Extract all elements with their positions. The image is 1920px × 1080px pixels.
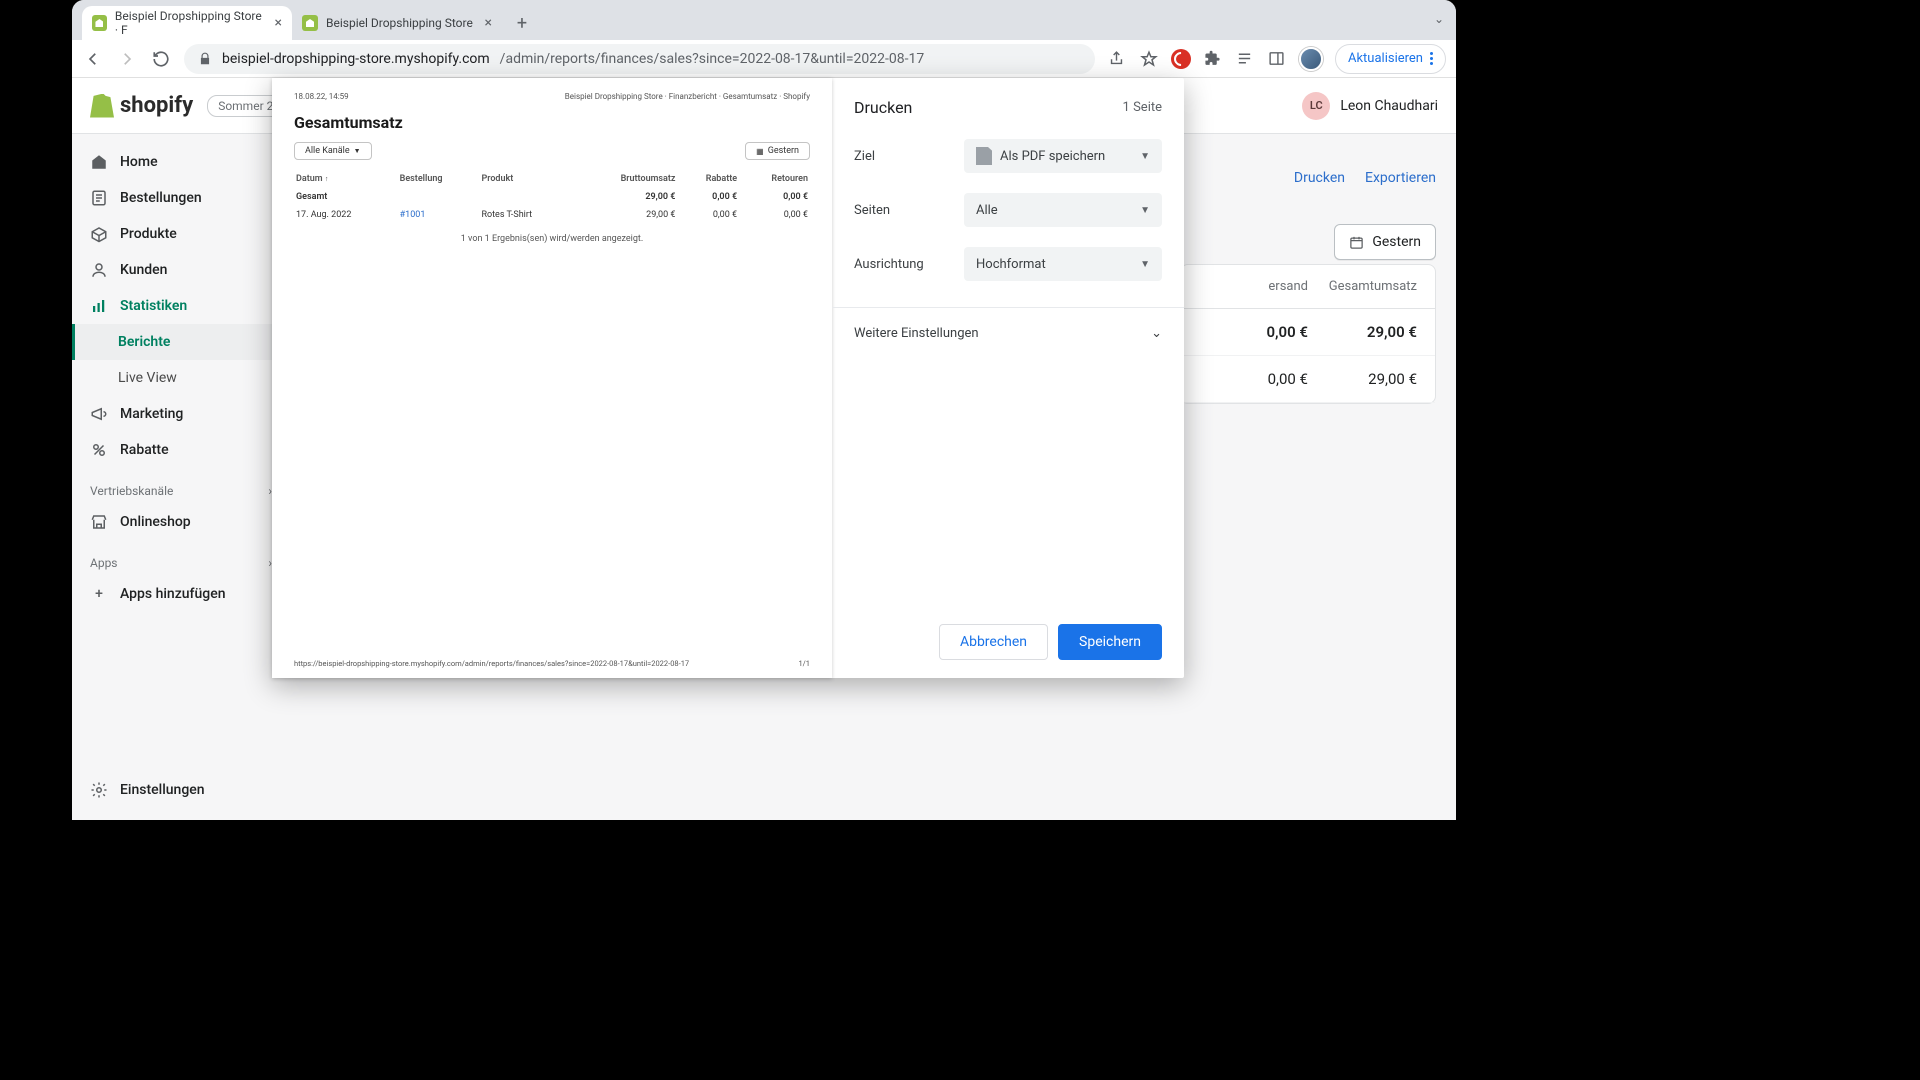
total-returns: 0,00 € [739, 188, 810, 206]
row-order: #1001 [398, 206, 480, 224]
preview-date-btn: ▦ Gestern [745, 142, 810, 160]
row-discount: 0,00 € [677, 206, 739, 224]
profile-avatar-icon[interactable] [1299, 47, 1323, 71]
dest-value: Als PDF speichern [1000, 149, 1105, 164]
url-path: /admin/reports/finances/sales?since=2022… [500, 51, 925, 67]
preview-footer-url: https://beispiel-dropshipping-store.mysh… [294, 659, 689, 668]
lock-icon [198, 52, 212, 66]
reading-list-icon[interactable] [1235, 49, 1255, 69]
th-discount: Rabatte [677, 170, 739, 188]
total-discount: 0,00 € [677, 188, 739, 206]
preview-doc-title: Beispiel Dropshipping Store · Finanzberi… [565, 92, 810, 101]
pages-label: Seiten [854, 203, 954, 218]
browser-tab-active[interactable]: Beispiel Dropshipping Store · F × [82, 6, 292, 40]
update-chrome-button[interactable]: Aktualisieren [1335, 44, 1446, 74]
pages-value: Alle [976, 203, 998, 218]
tab-title: Beispiel Dropshipping Store [326, 16, 473, 30]
orient-value: Hochformat [976, 257, 1046, 272]
kebab-icon [1429, 52, 1433, 65]
mouse-cursor-icon [1740, 102, 1752, 118]
row-product: Rotes T-Shirt [479, 206, 574, 224]
preview-channel-btn: Alle Kanäle ▼ [294, 142, 372, 160]
page-count: 1 Seite [1123, 100, 1162, 115]
extensions-puzzle-icon[interactable] [1203, 49, 1223, 69]
th-gross: Bruttoumsatz [575, 170, 678, 188]
tabs-dropdown-icon[interactable]: ⌄ [1434, 12, 1444, 26]
save-button[interactable]: Speichern [1058, 624, 1162, 660]
browser-toolbar: beispiel-dropshipping-store.myshopify.co… [72, 40, 1456, 78]
tab-title: Beispiel Dropshipping Store · F [115, 9, 267, 37]
preview-sheet: 18.08.22, 14:59 Beispiel Dropshipping St… [272, 78, 832, 678]
side-panel-icon[interactable] [1267, 49, 1287, 69]
more-settings-toggle[interactable]: Weitere Einstellungen ⌄ [854, 326, 1162, 341]
dest-label: Ziel [854, 149, 954, 164]
url-host: beispiel-dropshipping-store.myshopify.co… [222, 51, 490, 67]
favicon-shopify-icon [302, 15, 318, 31]
preview-table: Datum ↑ Bestellung Produkt Bruttoumsatz … [294, 170, 810, 224]
pages-select[interactable]: Alle ▼ [964, 193, 1162, 227]
th-returns: Retouren [739, 170, 810, 188]
preview-results-note: 1 von 1 Ergebnis(sen) wird/werden angeze… [294, 234, 810, 244]
chevron-down-icon: ⌄ [1151, 326, 1162, 341]
orient-label: Ausrichtung [854, 257, 954, 272]
th-order: Bestellung [398, 170, 480, 188]
reload-button[interactable] [150, 48, 172, 70]
browser-tab-strip: Beispiel Dropshipping Store · F × Beispi… [72, 0, 1456, 40]
total-gross: 29,00 € [575, 188, 678, 206]
th-product: Produkt [479, 170, 574, 188]
row-date: 17. Aug. 2022 [294, 206, 398, 224]
browser-tab-inactive[interactable]: Beispiel Dropshipping Store × [292, 6, 502, 40]
destination-select[interactable]: Als PDF speichern ▼ [964, 139, 1162, 173]
extension-adblock-icon[interactable] [1171, 49, 1191, 69]
preview-footer-page: 1/1 [798, 659, 810, 668]
row-gross: 29,00 € [575, 206, 678, 224]
forward-button[interactable] [116, 48, 138, 70]
orientation-select[interactable]: Hochformat ▼ [964, 247, 1162, 281]
bookmark-star-icon[interactable] [1139, 49, 1159, 69]
print-options-pane: Drucken 1 Seite Ziel Als PDF speichern ▼… [832, 78, 1184, 678]
address-bar[interactable]: beispiel-dropshipping-store.myshopify.co… [184, 44, 1095, 74]
th-date: Datum ↑ [294, 170, 398, 188]
print-dialog-overlay: 18.08.22, 14:59 Beispiel Dropshipping St… [72, 78, 1456, 820]
dialog-title: Drucken [854, 98, 912, 117]
caret-down-icon: ▼ [1140, 151, 1150, 162]
divider [832, 307, 1184, 308]
update-label: Aktualisieren [1348, 51, 1423, 66]
pdf-doc-icon [976, 147, 992, 165]
new-tab-button[interactable]: + [508, 9, 536, 37]
preview-timestamp: 18.08.22, 14:59 [294, 92, 349, 101]
back-button[interactable] [82, 48, 104, 70]
more-label: Weitere Einstellungen [854, 326, 979, 341]
print-dialog: 18.08.22, 14:59 Beispiel Dropshipping St… [272, 78, 1184, 678]
row-returns: 0,00 € [739, 206, 810, 224]
favicon-shopify-icon [92, 15, 107, 31]
close-tab-icon[interactable]: × [485, 15, 492, 31]
cancel-button[interactable]: Abbrechen [939, 624, 1048, 660]
preview-heading: Gesamtumsatz [294, 113, 810, 132]
print-preview-pane: 18.08.22, 14:59 Beispiel Dropshipping St… [272, 78, 832, 678]
caret-down-icon: ▼ [1140, 205, 1150, 216]
total-label: Gesamt [294, 188, 398, 206]
share-icon[interactable] [1107, 49, 1127, 69]
caret-down-icon: ▼ [1140, 259, 1150, 270]
close-tab-icon[interactable]: × [275, 15, 282, 31]
